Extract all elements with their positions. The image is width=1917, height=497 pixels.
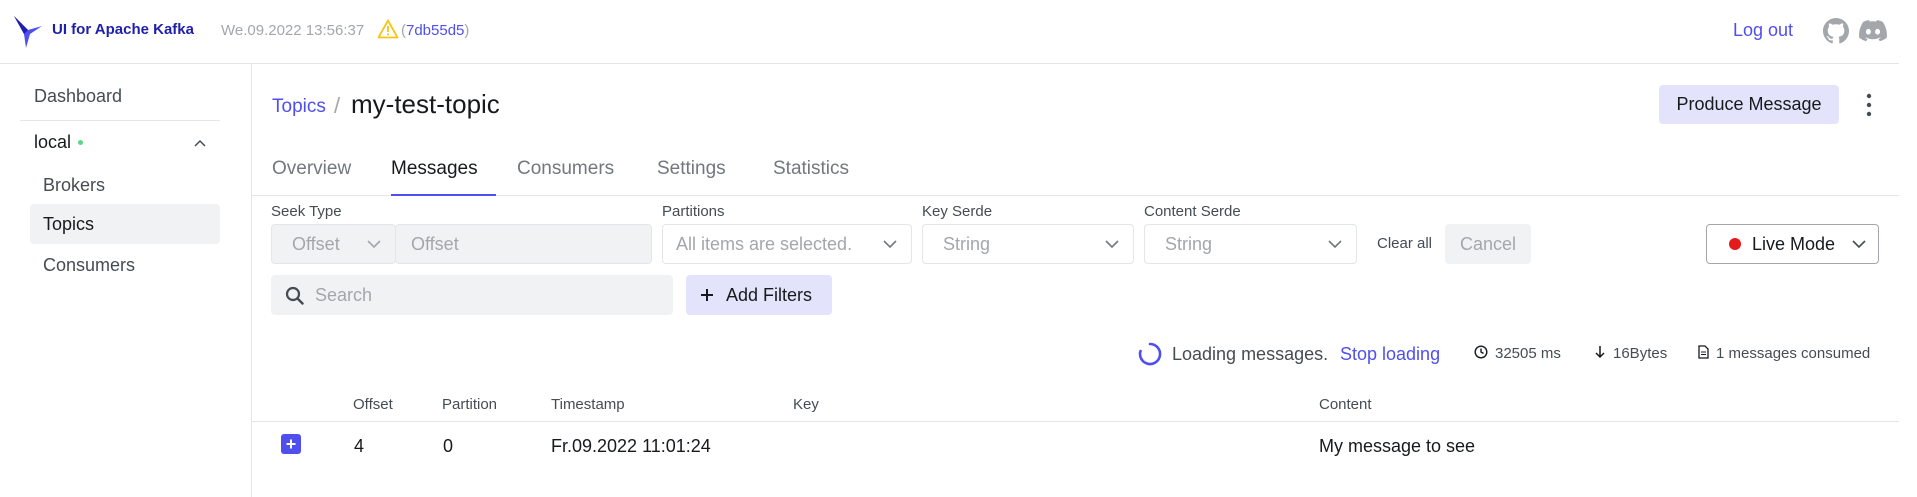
sidebar: Dashboard local Brokers Topics Consumers	[0, 64, 252, 497]
key-serde-value: String	[943, 234, 991, 254]
mode-value: Live Mode	[1752, 234, 1836, 254]
offset-placeholder: Offset	[411, 234, 459, 254]
chevron-down-icon	[1852, 240, 1866, 249]
live-indicator-icon	[1729, 238, 1741, 250]
sidebar-item-dashboard[interactable]: Dashboard	[34, 86, 122, 107]
produce-message-button[interactable]: Produce Message	[1659, 85, 1839, 124]
content-serde-select[interactable]: String	[1144, 224, 1357, 264]
plus-icon	[286, 439, 296, 449]
arrow-down-icon	[1595, 346, 1605, 359]
tab-consumers[interactable]: Consumers	[517, 158, 614, 196]
add-filters-label: Add Filters	[726, 284, 813, 305]
partitions-select[interactable]: All items are selected.	[662, 224, 912, 264]
sidebar-item-brokers[interactable]: Brokers	[30, 165, 220, 205]
key-serde-select[interactable]: String	[922, 224, 1134, 264]
breadcrumb-separator: /	[334, 93, 341, 118]
github-icon[interactable]	[1823, 18, 1849, 44]
cell-offset: 4	[354, 436, 365, 456]
more-options-icon[interactable]	[1861, 92, 1877, 118]
tabs-divider	[252, 195, 1899, 196]
version-date: We.09.2022 13:56:37	[221, 22, 365, 39]
chevron-down-icon	[367, 240, 381, 249]
clock-icon	[1474, 345, 1488, 359]
cluster-status-dot	[78, 140, 83, 145]
search-box	[271, 275, 673, 315]
brand-name[interactable]: UI for Apache Kafka	[52, 21, 194, 38]
offset-input[interactable]: Offset	[395, 224, 652, 264]
elapsed-time: 32505 ms	[1495, 345, 1561, 362]
plus-icon	[701, 289, 713, 301]
loading-spinner-icon	[1138, 342, 1162, 366]
key-serde-label: Key Serde	[922, 203, 993, 220]
chevron-down-icon	[1328, 240, 1342, 249]
seek-type-select[interactable]: Offset	[271, 224, 396, 264]
sidebar-item-topics[interactable]: Topics	[30, 204, 220, 244]
tab-messages[interactable]: Messages	[391, 158, 496, 196]
chevron-down-icon	[1105, 240, 1119, 249]
column-header-offset: Offset	[353, 396, 393, 413]
top-navbar: UI for Apache Kafka We.09.2022 13:56:37 …	[0, 0, 1899, 64]
mode-select[interactable]: Live Mode	[1706, 224, 1879, 264]
content-serde-value: String	[1165, 234, 1213, 254]
kafka-logo-icon[interactable]	[12, 14, 44, 50]
partitions-value: All items are selected.	[676, 234, 853, 254]
seek-type-value: Offset	[292, 234, 340, 254]
page-title: my-test-topic	[351, 89, 500, 119]
chevron-up-icon[interactable]	[193, 136, 207, 150]
bytes-consumed: 16Bytes	[1613, 345, 1668, 362]
sidebar-cluster-name[interactable]: local	[34, 132, 71, 153]
clear-all-button[interactable]: Clear all	[1377, 235, 1432, 252]
tab-overview[interactable]: Overview	[272, 158, 351, 196]
column-header-key: Key	[793, 396, 819, 413]
chevron-down-icon	[883, 240, 897, 249]
breadcrumb-topics-link[interactable]: Topics	[272, 96, 326, 118]
loading-status-text: Loading messages.	[1172, 344, 1329, 364]
tab-settings[interactable]: Settings	[657, 158, 726, 196]
content-serde-label: Content Serde	[1144, 203, 1241, 220]
table-header-divider	[252, 421, 1899, 422]
seek-type-label: Seek Type	[271, 203, 342, 220]
warning-icon	[377, 19, 399, 39]
column-header-timestamp: Timestamp	[551, 396, 625, 413]
sidebar-item-consumers[interactable]: Consumers	[30, 245, 220, 285]
cell-timestamp: Fr.09.2022 11:01:24	[551, 436, 711, 456]
document-icon	[1698, 345, 1709, 359]
cancel-button[interactable]: Cancel	[1445, 224, 1531, 264]
messages-consumed: 1 messages consumed	[1716, 345, 1871, 362]
partitions-label: Partitions	[662, 203, 725, 220]
cell-partition: 0	[443, 436, 454, 456]
commit-info: (7db55d5)	[401, 22, 470, 39]
tab-statistics[interactable]: Statistics	[773, 158, 849, 196]
commit-hash-link[interactable]: 7db55d5	[406, 22, 464, 39]
stop-loading-link[interactable]: Stop loading	[1340, 344, 1440, 365]
expand-row-button[interactable]	[281, 434, 301, 454]
discord-icon[interactable]	[1859, 20, 1887, 42]
search-icon	[285, 286, 304, 305]
sidebar-divider	[20, 120, 220, 121]
search-input[interactable]	[315, 275, 655, 315]
column-header-partition: Partition	[442, 396, 498, 413]
cell-content: My message to see	[1319, 436, 1476, 456]
logout-link[interactable]: Log out	[1733, 20, 1793, 41]
add-filters-button[interactable]: Add Filters	[686, 275, 832, 315]
column-header-content: Content	[1319, 396, 1372, 413]
